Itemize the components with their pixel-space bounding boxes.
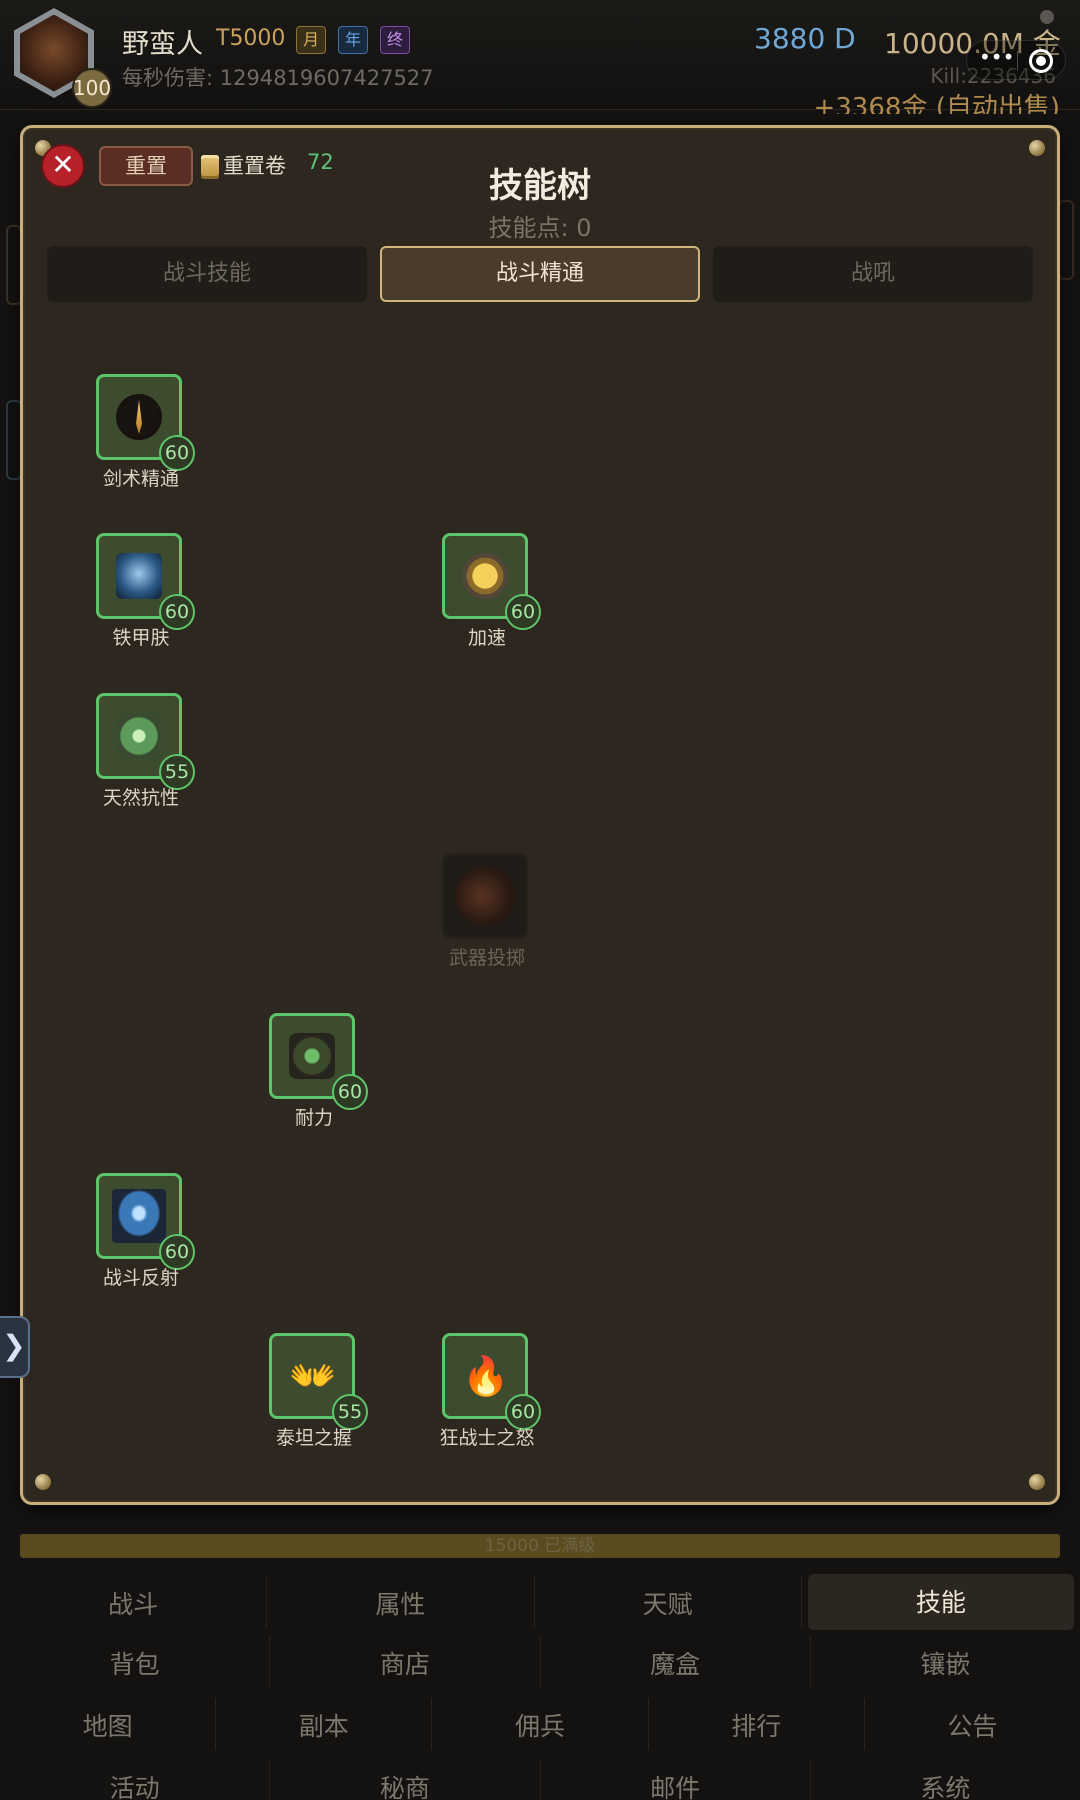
skill-slot[interactable]: 60	[96, 533, 195, 630]
skill-slot[interactable]: 60	[269, 1013, 368, 1110]
capsule-divider	[1017, 51, 1018, 71]
hands-icon: 👐	[289, 1354, 337, 1398]
level-progress-bar: 15000 已满级	[20, 1534, 1060, 1558]
tab-combat-skills[interactable]: 战斗技能	[47, 246, 367, 302]
background-panel	[1058, 200, 1074, 280]
nav-combat[interactable]: 战斗	[0, 1576, 268, 1628]
nav-events[interactable]: 活动	[0, 1760, 271, 1800]
nav-dungeon[interactable]: 副本	[216, 1698, 433, 1750]
skill-endurance[interactable]: 60 耐力	[269, 1013, 368, 1129]
reflect-icon	[112, 1189, 166, 1243]
lifetime-pass-badge[interactable]: 终	[380, 26, 411, 54]
top-header: 100 野蛮人 T5000 月 年 终 每秒伤害: 12948196074275…	[0, 0, 1080, 114]
nav-secret-shop[interactable]: 秘商	[270, 1760, 541, 1800]
skill-slot[interactable]	[442, 853, 528, 939]
nav-magic-box[interactable]: 魔盒	[541, 1636, 811, 1688]
nav-attributes[interactable]: 属性	[267, 1576, 535, 1628]
rivet-decoration	[1029, 140, 1045, 156]
skill-name: 武器投掷	[448, 947, 525, 969]
rivet-decoration	[1029, 1474, 1045, 1490]
skill-name: 天然抗性	[102, 787, 179, 809]
skill-titan-grip[interactable]: 👐 55 泰坦之握	[269, 1333, 368, 1449]
armor-icon	[116, 553, 162, 599]
tab-combat-mastery[interactable]: 战斗精通	[380, 246, 700, 302]
nav-inlay[interactable]: 镶嵌	[811, 1636, 1080, 1688]
skill-name: 剑术精通	[102, 468, 179, 490]
nav-backpack[interactable]: 背包	[0, 1636, 271, 1688]
expand-side-panel-button[interactable]: ❯	[0, 1316, 30, 1378]
skill-name: 战斗反射	[102, 1267, 179, 1289]
skill-berserker-rage[interactable]: 🔥 60 狂战士之怒	[439, 1333, 541, 1449]
avatar[interactable]: 100	[14, 8, 112, 108]
skill-name: 加速	[467, 627, 506, 649]
fire-icon: 🔥	[462, 1354, 510, 1398]
dps-readout: 每秒伤害: 1294819607427527	[122, 66, 434, 90]
skill-sword-mastery[interactable]: 60 剑术精通	[96, 374, 195, 490]
skill-slot[interactable]: 👐 55	[269, 1333, 368, 1430]
sword-icon	[116, 394, 162, 440]
yearly-pass-badge[interactable]: 年	[338, 26, 369, 54]
nav-announcement[interactable]: 公告	[865, 1698, 1080, 1750]
player-tier: T5000	[216, 26, 286, 51]
skill-slot[interactable]: 55	[96, 693, 195, 790]
nav-system[interactable]: 系统	[811, 1760, 1080, 1800]
nav-skills[interactable]: 技能	[807, 1574, 1074, 1630]
skill-combat-reflexes[interactable]: 60 战斗反射	[96, 1173, 195, 1289]
throw-icon	[455, 866, 515, 926]
skill-haste[interactable]: 60 加速	[442, 533, 541, 649]
player-level-badge: 100	[72, 68, 112, 108]
skill-slot[interactable]: 🔥 60	[442, 1333, 541, 1430]
skill-tree-dialog: ✕ 重置 重置卷 72 技能树 技能点: 0 战斗技能 战斗精通 战吼 60 剑…	[20, 125, 1060, 1505]
skill-iron-skin[interactable]: 60 铁甲肤	[96, 533, 195, 649]
nav-map[interactable]: 地图	[0, 1698, 217, 1750]
skill-tabs: 战斗技能 战斗精通 战吼	[47, 246, 1033, 302]
nature-icon	[116, 713, 162, 759]
rivet-decoration	[35, 1474, 51, 1490]
skill-weapon-throw[interactable]: 武器投掷	[442, 853, 532, 969]
monthly-pass-badge[interactable]: 月	[296, 26, 327, 54]
skill-name: 耐力	[294, 1107, 333, 1129]
status-dot-icon	[1040, 10, 1054, 24]
skill-natural-resistance[interactable]: 55 天然抗性	[96, 693, 195, 809]
skill-slot[interactable]: 60	[96, 1173, 195, 1270]
nav-mercenary[interactable]: 佣兵	[432, 1698, 649, 1750]
miniprogram-capsule: •••	[966, 40, 1066, 80]
close-miniprogram-icon[interactable]	[1029, 49, 1053, 73]
bottom-nav: 战斗 属性 天赋 技能 背包 商店 魔盒 镶嵌 地图 副本 佣兵 排行 公告 活…	[0, 1570, 1080, 1800]
more-icon[interactable]: •••	[979, 47, 1014, 72]
skill-name: 狂战士之怒	[439, 1427, 535, 1449]
skill-name: 铁甲肤	[112, 627, 170, 649]
nav-shop[interactable]: 商店	[270, 1636, 541, 1688]
dialog-title: 技能树	[489, 166, 591, 206]
skill-slot[interactable]: 60	[442, 533, 541, 630]
nav-ranking[interactable]: 排行	[649, 1698, 865, 1750]
nav-talents[interactable]: 天赋	[535, 1576, 802, 1628]
diamond-balance: 3880 D	[754, 22, 856, 55]
skill-slot[interactable]: 60	[96, 374, 195, 471]
skill-name: 泰坦之握	[275, 1427, 352, 1449]
lightning-icon	[462, 553, 508, 599]
endurance-icon	[289, 1033, 335, 1079]
player-name: 野蛮人	[122, 29, 203, 60]
tab-war-cry[interactable]: 战吼	[713, 246, 1033, 302]
progress-label: 15000 已满级	[484, 1536, 596, 1556]
nav-mail[interactable]: 邮件	[541, 1760, 811, 1800]
auto-sell-income: +3368金 (自动出售)	[813, 93, 1060, 114]
skill-points-readout: 技能点: 0	[488, 214, 592, 242]
